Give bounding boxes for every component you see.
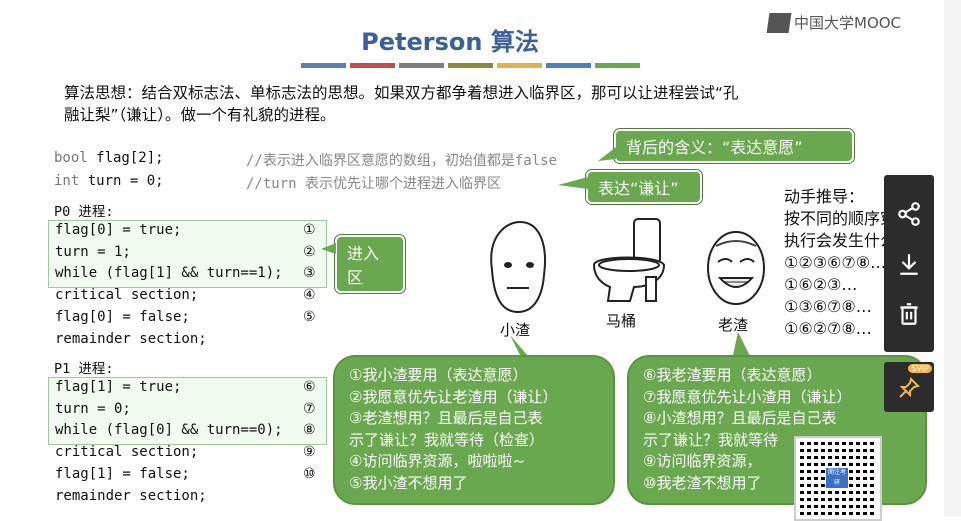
type-keyword: bool: [54, 150, 88, 166]
slide-title: Peterson 算法: [361, 28, 539, 56]
floating-toolbar: [884, 175, 934, 352]
mooc-logo: 中国大学MOOC: [766, 12, 902, 33]
toilet-label: 马桶: [606, 312, 637, 330]
step-number: ②: [303, 243, 316, 260]
step-number: ⑩: [303, 465, 316, 482]
entry-callout-pointer: [321, 243, 336, 254]
intro-line-1: 算法思想：结合双标志法、单标志法的思想。如果双方都争着想进入临界区，那可以让进程…: [64, 84, 739, 102]
p0-label: P0 进程:: [54, 204, 114, 220]
code-line: flag[0] = false;: [55, 308, 190, 325]
step-number: ①: [303, 222, 316, 238]
step-number: ⑧: [303, 422, 316, 439]
laozha-face-icon: [707, 231, 765, 305]
step-number: ⑥: [303, 379, 316, 395]
step-number: ⑨: [303, 444, 316, 461]
code-line: remainder section;: [55, 330, 207, 347]
title-color-bar: [448, 63, 493, 68]
qr-center-label: 関注考研: [826, 468, 848, 488]
p1-label: P1 进程:: [54, 361, 114, 377]
svip-pin-button[interactable]: SVIP: [884, 362, 934, 412]
title-color-bar: [399, 63, 444, 68]
express-callout-pointer: [558, 177, 588, 189]
title-color-bar: [546, 63, 591, 68]
page-scrollbar[interactable]: [944, 0, 961, 517]
laozha-speech-bubble: ⑥我老渣要用（表达意愿） ⑦我愿意优先让小渣用（谦让） ⑧小渣想用？且最后是自己…: [627, 355, 927, 505]
meaning-callout-pointer: [598, 147, 616, 161]
code-line: critical section;: [55, 444, 199, 461]
bubble-left-line: ②我愿意优先让老渣用（谦让）: [349, 387, 558, 406]
bubble-left-line: ④访问临界资源，啦啦啦~: [349, 452, 526, 470]
title-color-bar: [301, 63, 346, 68]
title-color-bar: [595, 63, 640, 68]
meaning-callout: 背后的含义：“表达意愿”: [614, 129, 854, 163]
code-line: while (flag[0] && turn==0);: [55, 422, 283, 439]
bubble-right-line: ⑥我老渣要用（表达意愿）: [643, 366, 822, 384]
svip-badge: SVIP: [908, 364, 932, 373]
bubble-left-line: ⑤我小渣不想用了: [349, 473, 468, 492]
title-color-bar: [497, 63, 542, 68]
step-number: ⑦: [303, 400, 316, 417]
turn-declaration: int turn = 0;: [54, 173, 164, 189]
code-line: flag[1] = false;: [55, 465, 190, 482]
code-line: while (flag[1] && turn==1);: [55, 265, 283, 282]
express-callout: 表达“谦让”: [586, 170, 702, 204]
algorithm-idea-paragraph: 算法思想：结合双标志法、单标志法的思想。如果双方都争着想进入临界区，那可以让进程…: [64, 82, 884, 126]
step-number: ⑤: [303, 308, 316, 325]
flag-comment: //表示进入临界区意愿的数组，初始值都是false: [246, 153, 557, 169]
bubble-left-line: ③老渣想用？且最后是自己表: [349, 409, 543, 427]
step-number: ④: [303, 287, 316, 304]
bubble-left-line: ①我小渣要用（表达意愿）: [349, 366, 528, 384]
code-line: flag[1] = true;: [55, 379, 182, 395]
bubble-right-line: ⑦我愿意优先让小渣用（谦让）: [643, 387, 852, 406]
xiaozha-speech-bubble: ①我小渣要用（表达意愿） ②我愿意优先让老渣用（谦让） ③老渣想用？且最后是自己…: [333, 355, 615, 505]
flag-declaration: bool flag[2];: [54, 150, 164, 166]
toilet-icon: [592, 218, 666, 302]
bubble-left-line: 示了谦让？我就等待（检查）: [349, 430, 545, 449]
code-line: flag[0] = true;: [55, 222, 182, 238]
intro-line-2: 融让梨”（谦让）。做一个有礼貌的进程。: [64, 106, 336, 124]
step-number: ③: [303, 265, 316, 282]
turn-comment: //turn 表示优先让哪个进程进入临界区: [246, 176, 502, 192]
decl-text: turn = 0;: [79, 173, 164, 189]
decl-text: flag[2];: [87, 150, 164, 166]
title-color-bar: [350, 63, 395, 68]
bubble-right-line: ⑧小渣想用？且最后是自己表: [643, 409, 837, 427]
code-line: critical section;: [55, 287, 199, 304]
mooc-logo-text: 中国大学MOOC: [794, 14, 902, 32]
code-line: turn = 0;: [55, 400, 131, 417]
pin-icon: [899, 377, 920, 398]
code-line: remainder section;: [55, 487, 207, 504]
type-keyword: int: [54, 173, 80, 189]
qr-code: 関注考研: [794, 436, 882, 521]
code-line: turn = 1;: [55, 243, 131, 260]
entry-section-callout: 进入区: [335, 235, 405, 293]
xiaozha-face-icon: [490, 220, 546, 314]
share-icon[interactable]: [896, 201, 922, 227]
delete-icon[interactable]: [896, 301, 922, 327]
download-icon[interactable]: [896, 251, 922, 277]
mooc-logo-icon: [766, 12, 792, 33]
